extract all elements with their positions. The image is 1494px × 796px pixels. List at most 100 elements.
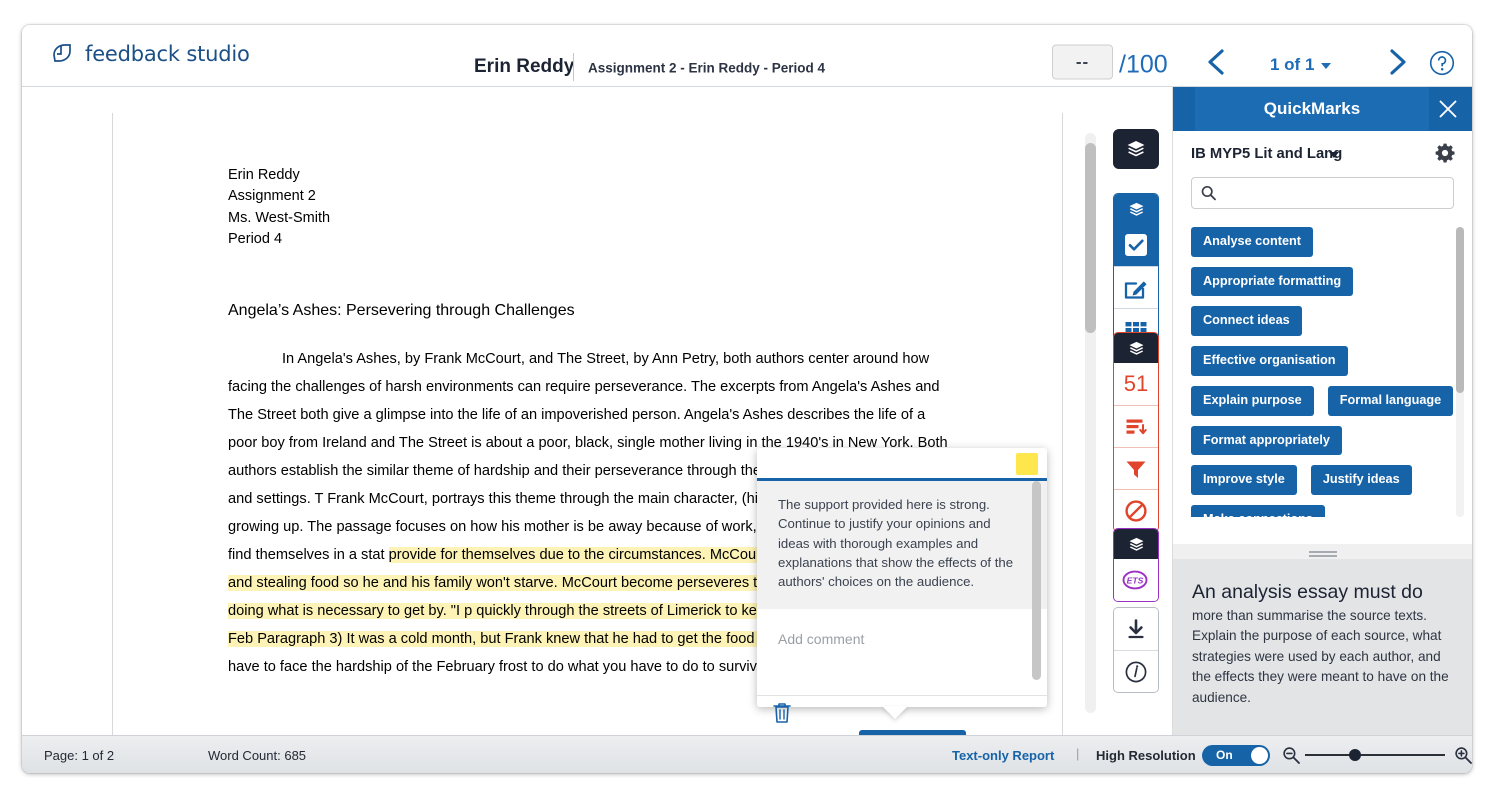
toggle-knob	[1251, 747, 1268, 764]
paragraph-2: Frank McCourt, portrays this theme throu…	[327, 491, 818, 507]
comment-popup[interactable]: The support provided here is strong. Con…	[757, 448, 1047, 723]
similarity-tools-group: 51	[1113, 332, 1159, 532]
quickmark-formal-language[interactable]: Formal language	[1327, 385, 1454, 416]
comment-popup-header	[757, 448, 1047, 478]
comment-scrollbar-thumb[interactable]	[1032, 481, 1041, 680]
page-right-margin-rule	[1062, 113, 1063, 735]
word-count-status: Word Count: 685	[208, 748, 307, 763]
grade-total: /100	[1119, 50, 1168, 79]
similarity-score-value: 51	[1123, 371, 1149, 396]
paper-index-label: 1 of 1	[1270, 55, 1315, 74]
match-overview-button[interactable]	[1114, 405, 1158, 447]
quickmarks-search-input[interactable]	[1225, 178, 1445, 208]
previous-paper-button[interactable]	[1200, 45, 1234, 79]
exclude-sources-button[interactable]	[1114, 489, 1158, 531]
info-circle-icon	[1125, 661, 1147, 682]
quickmark-description-body: more than summarise the source texts. Ex…	[1192, 608, 1449, 705]
grade-input[interactable]: --	[1052, 44, 1113, 80]
svg-text:ETS: ETS	[1127, 576, 1144, 586]
quickmark-justify-ideas[interactable]: Justify ideas	[1310, 465, 1412, 495]
quickmark-description-panel: An analysis essay must do more than summ…	[1173, 559, 1472, 735]
chevron-down-icon[interactable]	[1329, 152, 1339, 158]
download-icon	[1128, 619, 1144, 639]
app-logo[interactable]: feedback studio	[50, 41, 250, 67]
page-left-margin-rule	[112, 113, 113, 735]
quickmarks-set-selector[interactable]: IB MYP5 Lit and Lang	[1191, 146, 1342, 162]
paper-selector[interactable]: 1 of 1	[1270, 55, 1332, 75]
layers-icon	[1129, 202, 1143, 216]
zoom-in-icon[interactable]	[1454, 746, 1472, 764]
feedback-studio-window: feedback studio Erin Reddy Assignment 2 …	[22, 25, 1472, 773]
footer-separator: |	[1076, 746, 1080, 761]
grading-group-cap[interactable]	[1114, 194, 1158, 224]
layers-icon	[1129, 341, 1143, 355]
layers-icon	[1129, 537, 1143, 551]
assignment-title: Assignment 2 - Erin Reddy - Period 4	[588, 60, 826, 76]
quickmarks-title: QuickMarks	[1195, 87, 1429, 131]
quickmarks-set-row: IB MYP5 Lit and Lang	[1173, 131, 1472, 177]
quickmark-effective-organisation[interactable]: Effective organisation	[1191, 346, 1348, 376]
ets-icon: ETS	[1122, 570, 1148, 590]
quickmark-connect-ideas[interactable]: Connect ideas	[1191, 306, 1302, 337]
ets-tools-group: ETS	[1113, 528, 1159, 602]
high-resolution-toggle[interactable]: On	[1202, 745, 1270, 766]
quickmarks-panel: QuickMarks IB MYP5 Lit and Lang Analyse …	[1172, 87, 1472, 735]
close-icon[interactable]	[1436, 97, 1460, 121]
quickmarks-tag-list: Analyse content Appropriate formatting C…	[1173, 227, 1472, 517]
chevron-down-icon	[1321, 63, 1332, 69]
text-only-report-link[interactable]: Text-only Report	[952, 748, 1054, 763]
document-scrollbar-thumb[interactable]	[1085, 143, 1096, 333]
quickmarks-panel-resizer[interactable]	[1173, 544, 1472, 559]
question-circle-icon[interactable]	[1429, 50, 1455, 76]
add-comment-input[interactable]: Add comment	[757, 609, 1047, 696]
quickmark-improve-style[interactable]: Improve style	[1191, 465, 1297, 495]
ets-group-cap[interactable]	[1114, 529, 1158, 559]
quickmarks-titlebar: QuickMarks	[1173, 87, 1472, 131]
document-title: Angela’s Ashes: Persevering through Chal…	[228, 302, 575, 319]
quickmarks-scrollbar-thumb[interactable]	[1456, 227, 1464, 393]
zoom-slider-handle[interactable]	[1349, 749, 1361, 761]
quickmark-format-appropriately[interactable]: Format appropriately	[1191, 425, 1342, 456]
similarity-group-cap[interactable]	[1114, 333, 1158, 363]
no-entry-icon	[1125, 499, 1147, 522]
utility-tools-group	[1113, 607, 1159, 693]
gear-icon[interactable]	[1434, 142, 1456, 164]
tools-toolbar: 51 ETS	[1113, 87, 1159, 735]
quickmark-description-title: An analysis essay must do	[1192, 581, 1423, 603]
layers-toggle-button[interactable]	[1113, 129, 1159, 169]
resizer-grip-icon	[1309, 550, 1337, 553]
document-header-block: Erin Reddy Assignment 2 Ms. West-Smith P…	[228, 167, 331, 247]
pencil-square-icon	[1124, 280, 1147, 299]
comment-color-swatch[interactable]	[1016, 453, 1038, 475]
grading-checkmark-button[interactable]	[1114, 224, 1158, 266]
feedback-summary-button[interactable]	[1114, 266, 1158, 308]
zoom-out-icon[interactable]	[1282, 746, 1300, 764]
submission-info-button[interactable]	[1114, 650, 1158, 692]
quickmark-explain-purpose[interactable]: Explain purpose	[1191, 385, 1314, 416]
status-bar: Page: 1 of 2 Word Count: 685 Text-only R…	[22, 735, 1472, 773]
quickmark-analyse-content[interactable]: Analyse content	[1191, 227, 1313, 257]
zoom-slider-track[interactable]	[1305, 754, 1445, 756]
quickmarks-search[interactable]	[1191, 177, 1454, 209]
feedback-studio-logo-icon	[53, 44, 71, 62]
filters-and-settings-button[interactable]	[1114, 447, 1158, 489]
next-paper-button[interactable]	[1380, 45, 1414, 79]
comment-text: The support provided here is strong. Con…	[757, 481, 1047, 609]
student-name: Erin Reddy	[474, 56, 575, 77]
search-icon	[1201, 185, 1216, 201]
comment-popup-pointer	[882, 706, 908, 719]
ets-etutor-button[interactable]: ETS	[1114, 559, 1158, 601]
quickmark-appropriate-formatting[interactable]: Appropriate formatting	[1191, 266, 1354, 297]
check-square-icon	[1125, 234, 1147, 256]
header-divider	[573, 53, 574, 81]
toggle-state-label: On	[1216, 748, 1233, 762]
quickmark-make-connections[interactable]: Make connections	[1191, 504, 1325, 517]
match-list-icon	[1126, 419, 1147, 434]
layers-icon	[1127, 141, 1145, 157]
app-logo-text: feedback studio	[85, 42, 250, 66]
similarity-score-button[interactable]: 51	[1114, 363, 1158, 405]
trash-icon[interactable]	[771, 701, 793, 725]
quickmarks-search-wrap	[1173, 177, 1472, 209]
download-button[interactable]	[1114, 608, 1158, 650]
funnel-icon	[1126, 461, 1146, 478]
